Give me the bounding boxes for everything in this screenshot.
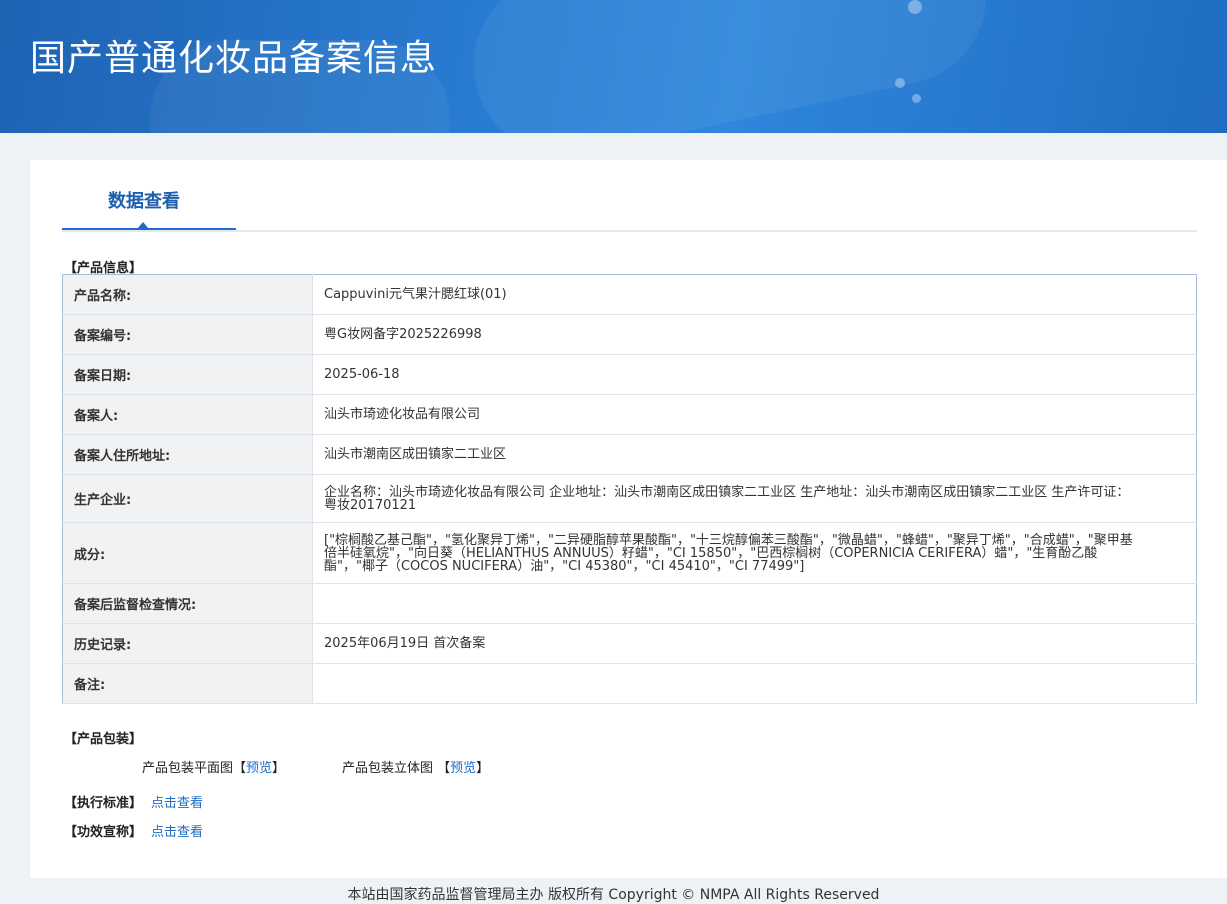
table-row: 备案后监督检查情况: — [62, 583, 1197, 624]
efficacy-view-link[interactable]: 点击查看 — [151, 821, 203, 840]
row-value: 汕头市琦迹化妆品有限公司 — [312, 394, 1197, 435]
table-row: 备案人住所地址: 汕头市潮南区成田镇家二工业区 — [62, 434, 1197, 475]
row-value: 汕头市潮南区成田镇家二工业区 — [312, 434, 1197, 475]
table-row: 备案编号: 粤G妆网备字2025226998 — [62, 314, 1197, 355]
header-dot — [908, 0, 922, 14]
packaging-solid-label: 产品包装立体图 【 — [342, 761, 451, 776]
table-row: 生产企业: 企业名称：汕头市琦迹化妆品有限公司 企业地址：汕头市潮南区成田镇家二… — [62, 474, 1197, 523]
page-title: 国产普通化妆品备案信息 — [30, 38, 438, 79]
page-header: 国产普通化妆品备案信息 — [0, 0, 1227, 133]
table-row: 备案人: 汕头市琦迹化妆品有限公司 — [62, 394, 1197, 435]
header-decoration — [456, 0, 1004, 133]
row-value — [312, 583, 1197, 624]
packaging-flat-preview-link[interactable]: 预览 — [246, 761, 272, 776]
packaging-flat-label: 产品包装平面图【 — [142, 761, 247, 776]
row-label: 备案编号: — [62, 314, 313, 355]
table-row: 备注: — [62, 663, 1197, 704]
packaging-flat-bracket: 】 — [272, 761, 286, 776]
header-dot — [912, 94, 921, 103]
product-info-table: 产品名称: Cappuvini元气果汁腮红球(01) 备案编号: 粤G妆网备字2… — [62, 274, 1197, 704]
tab-indicator-icon — [137, 222, 149, 229]
row-label: 备注: — [62, 663, 313, 704]
row-label: 历史记录: — [62, 623, 313, 664]
standard-view-link[interactable]: 点击查看 — [151, 792, 203, 811]
row-value: 企业名称：汕头市琦迹化妆品有限公司 企业地址：汕头市潮南区成田镇家二工业区 生产… — [312, 474, 1197, 523]
header-dot — [895, 78, 905, 88]
packaging-solid-row: 产品包装立体图 【预览】 — [342, 757, 489, 776]
row-value: Cappuvini元气果汁腮红球(01) — [312, 274, 1197, 315]
tab-bar: 数据查看 — [62, 160, 1197, 232]
row-label: 备案人: — [62, 394, 313, 435]
packaging-flat-row: 产品包装平面图【预览】 — [142, 757, 285, 776]
packaging-solid-preview-link[interactable]: 预览 — [450, 761, 476, 776]
row-value: 2025-06-18 — [312, 354, 1197, 395]
packaging-title: 【产品包装】 — [64, 732, 143, 747]
content-panel: 数据查看 【产品信息】 产品名称: Cappuvini元气果汁腮红球(01) 备… — [30, 160, 1227, 878]
table-row: 历史记录: 2025年06月19日 首次备案 — [62, 623, 1197, 664]
table-row: 成分: ["棕榈酸乙基己酯"，"氢化聚异丁烯"，"二异硬脂醇苹果酸酯"，"十三烷… — [62, 522, 1197, 584]
row-label: 备案人住所地址: — [62, 434, 313, 475]
row-label: 生产企业: — [62, 474, 313, 523]
standard-title: 【执行标准】 — [64, 796, 143, 811]
row-value: 粤G妆网备字2025226998 — [312, 314, 1197, 355]
efficacy-title: 【功效宣称】 — [64, 825, 143, 840]
row-label: 成分: — [62, 522, 313, 584]
row-value: 2025年06月19日 首次备案 — [312, 623, 1197, 664]
table-row: 产品名称: Cappuvini元气果汁腮红球(01) — [62, 274, 1197, 315]
row-value — [312, 663, 1197, 704]
tab-data-view[interactable]: 数据查看 — [62, 160, 236, 230]
row-label: 产品名称: — [62, 274, 313, 315]
row-label: 备案后监督检查情况: — [62, 583, 313, 624]
packaging-solid-bracket: 】 — [476, 761, 490, 776]
tab-label: 数据查看 — [108, 191, 180, 212]
table-row: 备案日期: 2025-06-18 — [62, 354, 1197, 395]
page-footer: 本站由国家药品监督管理局主办 版权所有 Copyright © NMPA All… — [347, 887, 880, 903]
row-value: ["棕榈酸乙基己酯"，"氢化聚异丁烯"，"二异硬脂醇苹果酸酯"，"十三烷醇偏苯三… — [312, 522, 1197, 584]
row-label: 备案日期: — [62, 354, 313, 395]
